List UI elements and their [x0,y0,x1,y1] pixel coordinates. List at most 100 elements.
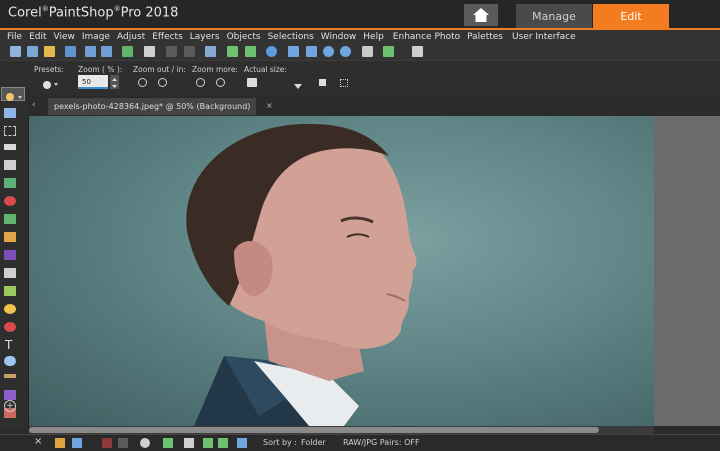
zoom-out-icon[interactable] [323,46,334,57]
open-folder-icon[interactable] [44,46,55,57]
presets-dropdown[interactable] [40,76,60,89]
organizer-pen-icon[interactable] [118,438,128,448]
organizer-person-icon[interactable] [140,438,150,448]
edit-icon[interactable] [205,46,216,57]
zoom-more-label: Zoom more: [192,65,238,74]
red-eye-tool-icon[interactable] [4,196,16,206]
redo-icon[interactable] [184,46,195,57]
menu-file[interactable]: File [7,32,22,42]
clone-tool-icon[interactable] [4,232,16,242]
rotate-right-icon[interactable] [245,46,256,57]
close-tab-icon[interactable]: × [266,101,273,110]
raw-jpg-pairs-toggle[interactable]: RAW/JPG Pairs: OFF [343,438,420,447]
paint-brush-tool-icon[interactable] [4,250,16,260]
add-tool-icon[interactable]: + [4,400,16,412]
view-menu-dropdown[interactable] [292,77,304,89]
rotate-left-icon[interactable] [227,46,238,57]
organizer-rotate-right-icon[interactable] [218,438,228,448]
standard-toolbar [0,44,720,60]
menu-layers[interactable]: Layers [190,32,220,42]
zoom-out-small-icon[interactable] [138,78,147,87]
undo-icon[interactable] [166,46,177,57]
copy-icon[interactable] [412,46,423,57]
menu-user-interface[interactable]: User Interface [512,32,576,42]
menu-edit[interactable]: Edit [29,32,46,42]
zoom-field[interactable]: 50 [78,75,108,89]
sort-dropdown[interactable]: Folder [301,438,326,447]
straighten-tool-icon[interactable] [4,178,16,188]
print-icon[interactable] [144,46,155,57]
image-canvas[interactable] [29,116,654,426]
actual-size-button[interactable] [247,78,257,87]
menu-objects[interactable]: Objects [227,32,261,42]
image-icon [294,84,302,89]
pan-tool[interactable] [1,87,25,101]
document-tab[interactable]: pexels-photo-428364.jpeg* @ 50% (Backgro… [48,98,257,115]
zoom-more-out-icon[interactable] [196,78,205,87]
menu-palettes[interactable]: Palettes [467,32,503,42]
zoom-in-small-icon[interactable] [158,78,167,87]
browse-icon[interactable] [65,46,76,57]
home-icon [473,8,489,22]
fit-icon[interactable] [288,46,299,57]
crop-tool-icon[interactable] [4,160,16,170]
warp-tool-icon[interactable] [4,390,16,400]
share-icon[interactable] [122,46,133,57]
full-screen-icon[interactable] [362,46,373,57]
menu-help[interactable]: Help [363,32,384,42]
horizontal-scrollbar[interactable] [29,426,654,434]
selection-tool-icon[interactable] [4,126,16,136]
app-title: Corel®PaintShop®Pro 2018 [8,5,179,21]
palette-icon[interactable] [383,46,394,57]
menu-adjust[interactable]: Adjust [117,32,145,42]
menu-effects[interactable]: Effects [152,32,183,42]
sort-by-label: Sort by : [263,438,297,447]
text-tool-icon[interactable]: T [5,338,12,352]
pan-icon[interactable] [319,79,326,86]
organizer-rotate-left-icon[interactable] [203,438,213,448]
document-tab-bar: pexels-photo-428364.jpeg* @ 50% (Backgro… [28,96,720,116]
move-tool-icon[interactable] [4,108,16,118]
dropper-tool-icon[interactable] [4,144,16,150]
organizer-print-icon[interactable] [184,438,194,448]
organizer-share-icon[interactable] [163,438,173,448]
menu-window[interactable]: Window [321,32,357,42]
title-bar: Corel®PaintShop®Pro 2018 Manage Edit [0,0,720,28]
tool-options-palette: Presets: Zoom ( % ): 50 Zoom out / in: Z… [0,60,720,97]
actual-size-icon[interactable] [306,46,317,57]
save-icon[interactable] [85,46,96,57]
organizer-tag-icon[interactable] [102,438,112,448]
grid-icon[interactable] [27,46,38,57]
zoom-more-in-icon[interactable] [216,78,225,87]
zoom-in-icon[interactable] [340,46,351,57]
pen-tool-icon[interactable] [4,374,16,378]
tools-toolbar: T + [0,86,29,430]
save-as-icon[interactable] [101,46,112,57]
organizer-list-icon[interactable] [72,438,82,448]
menu-image[interactable]: Image [82,32,110,42]
makeover-tool-icon[interactable] [4,214,16,224]
organizer-fit-icon[interactable] [237,438,247,448]
zoom-spinner[interactable] [110,75,119,89]
spin-arrows-icon [112,78,117,88]
zoom-label: Zoom ( % ): [78,65,123,74]
eraser-tool-icon[interactable] [4,268,16,278]
burn-tool-icon[interactable] [4,322,16,332]
fill-tool-icon[interactable] [4,286,16,296]
select-icon[interactable] [340,79,348,87]
menu-selections[interactable]: Selections [268,32,314,42]
tab-edit[interactable]: Edit [593,4,669,28]
tab-manage[interactable]: Manage [516,4,592,28]
new-icon[interactable] [10,46,21,57]
organizer-grid-icon[interactable] [55,438,65,448]
info-icon[interactable] [266,46,277,57]
scrollbar-thumb[interactable] [29,427,599,433]
home-button[interactable] [464,4,498,26]
shape-tool-icon[interactable] [4,356,16,366]
organizer-close-icon[interactable]: × [34,436,42,447]
chevron-left-icon[interactable]: ‹ [32,100,36,110]
actual-size-label: Actual size: [244,65,287,74]
menu-view[interactable]: View [54,32,75,42]
dodge-tool-icon[interactable] [4,304,16,314]
menu-enhance-photo[interactable]: Enhance Photo [393,32,460,42]
